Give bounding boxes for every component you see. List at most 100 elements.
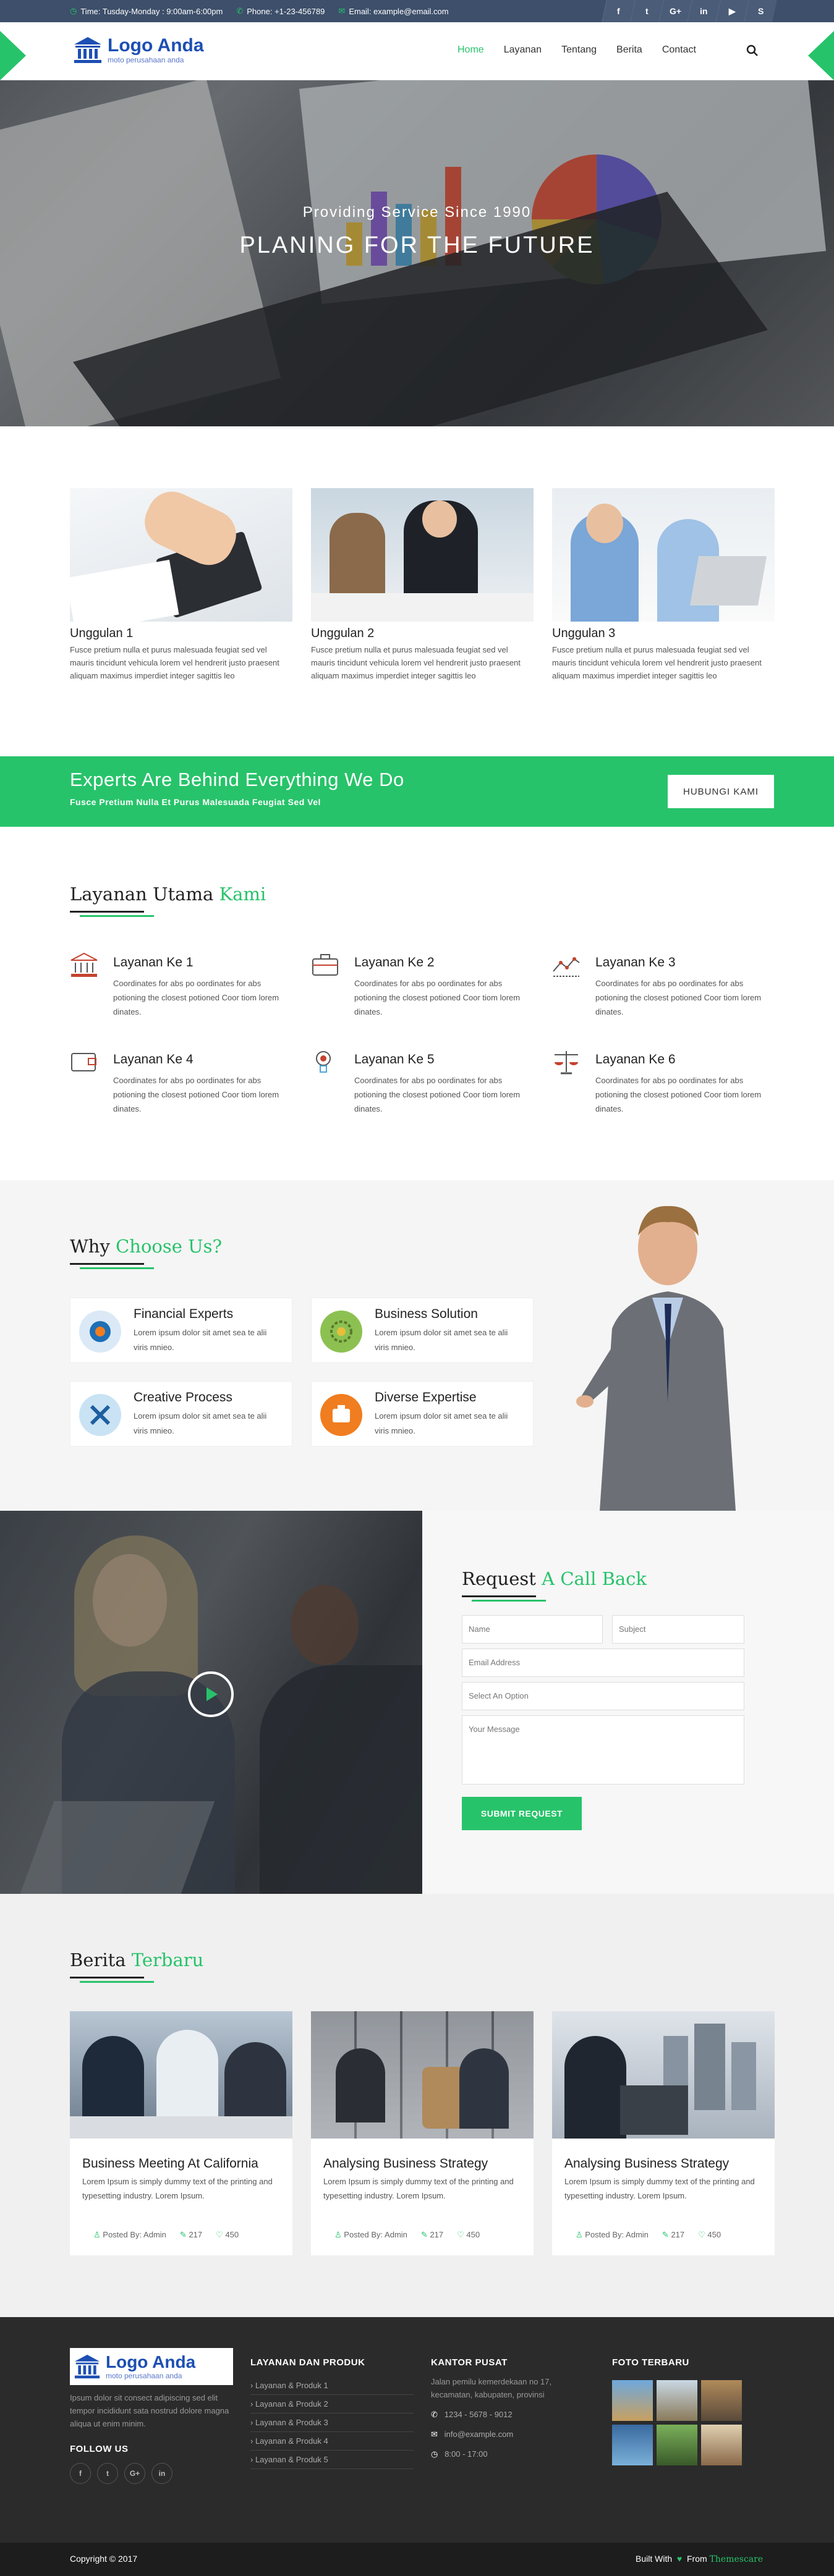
service-title: Layanan Ke 1 <box>113 955 194 969</box>
photo-thumb[interactable] <box>657 2380 697 2421</box>
google-plus-icon[interactable]: G+ <box>124 2463 145 2484</box>
name-input[interactable]: Name <box>462 1615 603 1644</box>
linkedin-icon[interactable]: in <box>687 0 720 22</box>
briefcase-icon <box>312 954 338 976</box>
why-text: Lorem ipsum dolor sit amet sea te alii v… <box>134 1411 267 1435</box>
facebook-icon[interactable]: f <box>602 0 635 22</box>
businessman-image <box>576 1206 736 1511</box>
facebook-icon[interactable]: f <box>70 2463 91 2484</box>
diverse-expertise-icon <box>320 1394 362 1436</box>
photo-thumb[interactable] <box>701 2380 742 2421</box>
subject-input[interactable]: Subject <box>612 1615 744 1644</box>
contact-us-button[interactable]: HUBUNGI KAMI <box>668 775 774 808</box>
comment-icon: ✎ <box>420 2230 428 2239</box>
news-heading: Berita Terbaru <box>70 1949 203 1983</box>
nav-tentang[interactable]: Tentang <box>561 44 597 56</box>
twitter-icon[interactable]: t <box>97 2463 118 2484</box>
photo-thumb[interactable] <box>612 2425 653 2465</box>
feature-title: Unggulan 1 <box>70 627 134 640</box>
heart-icon: ♡ <box>698 2230 705 2239</box>
feature-image-laptop-team <box>552 488 775 622</box>
bank-logo-icon <box>74 2354 100 2379</box>
skype-icon[interactable]: S <box>744 0 777 22</box>
why-title: Business Solution <box>375 1307 478 1321</box>
brand-link[interactable]: Themescare <box>710 2554 764 2564</box>
youtube-icon[interactable]: ▶ <box>715 0 749 22</box>
hero-title: PLANING FOR THE FUTURE <box>239 232 595 258</box>
email-input[interactable]: Email Address <box>462 1649 744 1677</box>
nav-berita[interactable]: Berita <box>616 44 642 56</box>
footer-link[interactable]: › Layanan & Produk 3 <box>250 2413 414 2432</box>
photo-thumb[interactable] <box>701 2425 742 2465</box>
scale-icon <box>555 1051 578 1075</box>
news-card[interactable]: Business Meeting At California Lorem Ips… <box>70 2011 292 2255</box>
logo[interactable]: Logo Anda moto perusahaan anda <box>73 36 204 64</box>
feature-card: Unggulan 3 Fusce pretium nulla et purus … <box>552 488 775 682</box>
footer-logo[interactable]: Logo Anda moto perusahaan anda <box>70 2348 233 2385</box>
office-hours: 8:00 - 17:00 <box>445 2449 488 2459</box>
office-heading: KANTOR PUSAT <box>431 2357 508 2368</box>
office-email[interactable]: info@example.com <box>445 2430 513 2439</box>
footer-link[interactable]: › Layanan & Produk 5 <box>250 2451 414 2469</box>
footer-office: KANTOR PUSAT Jalan pemilu kemerdekaan no… <box>431 2357 579 2464</box>
linkedin-icon[interactable]: in <box>151 2463 172 2484</box>
google-plus-icon[interactable]: G+ <box>658 0 692 22</box>
creative-process-icon <box>79 1394 121 1436</box>
news-title[interactable]: Analysing Business Strategy <box>564 2156 729 2171</box>
footer-link[interactable]: › Layanan & Produk 2 <box>250 2395 414 2413</box>
footer: Logo Anda moto perusahaan anda Ipsum dol… <box>0 2317 834 2543</box>
news-card[interactable]: Analysing Business Strategy Lorem Ipsum … <box>311 2011 534 2255</box>
hero-subtitle: Providing Service Since 1990 <box>302 204 532 221</box>
heart-icon: ♥ <box>674 2554 685 2564</box>
why-card: Financial Experts Lorem ipsum dolor sit … <box>70 1298 292 1363</box>
news-title[interactable]: Business Meeting At California <box>82 2156 258 2171</box>
nav-layanan[interactable]: Layanan <box>504 44 542 56</box>
news-meta: ♙ Posted By: Admin ✎ 217 ♡ 450 <box>576 2230 721 2239</box>
footer-link[interactable]: › Layanan & Produk 1 <box>250 2376 414 2395</box>
why-card: Creative Process Lorem ipsum dolor sit a… <box>70 1381 292 1446</box>
why-text: Lorem ipsum dolor sit amet sea te alii v… <box>375 1328 508 1352</box>
meeting-image <box>0 1511 422 1894</box>
news-meta: ♙ Posted By: Admin ✎ 217 ♡ 450 <box>93 2230 239 2239</box>
option-select[interactable]: Select An Option <box>462 1682 744 1710</box>
service-title: Layanan Ke 5 <box>354 1052 435 1066</box>
bank-icon <box>70 952 98 977</box>
cta-title: Experts Are Behind Everything We Do <box>70 769 404 790</box>
message-textarea[interactable]: Your Message <box>462 1715 744 1784</box>
business-solution-icon <box>320 1311 362 1353</box>
why-text: Lorem ipsum dolor sit amet sea te alii v… <box>375 1411 508 1435</box>
nav-home[interactable]: Home <box>457 44 484 56</box>
news-text: Lorem Ipsum is simply dummy text of the … <box>564 2177 755 2200</box>
callback-heading: Request A Call Back <box>462 1568 647 1602</box>
footer-about-text: Ipsum dolor sit consect adipiscing sed e… <box>70 2393 229 2428</box>
footer-link[interactable]: › Layanan & Produk 4 <box>250 2432 414 2451</box>
photo-thumb[interactable] <box>612 2380 653 2421</box>
news-text: Lorem Ipsum is simply dummy text of the … <box>323 2177 514 2200</box>
comment-icon: ✎ <box>662 2230 669 2239</box>
nav-contact[interactable]: Contact <box>662 44 696 56</box>
photo-thumb[interactable] <box>657 2425 697 2465</box>
feature-text: Fusce pretium nulla et purus malesuada f… <box>311 645 521 680</box>
why-title: Diverse Expertise <box>375 1390 477 1404</box>
news-title[interactable]: Analysing Business Strategy <box>323 2156 488 2171</box>
news-image <box>311 2011 534 2139</box>
phone-icon: ✆ <box>431 2410 438 2419</box>
submit-request-button[interactable]: SUBMIT REQUEST <box>462 1797 582 1830</box>
search-icon[interactable] <box>746 44 759 61</box>
feature-title: Unggulan 3 <box>552 627 616 640</box>
why-text: Lorem ipsum dolor sit amet sea te alii v… <box>134 1328 267 1352</box>
photos-heading: FOTO TERBARU <box>612 2357 689 2368</box>
lightbulb-icon <box>316 1051 331 1073</box>
main-nav: Home Layanan Tentang Berita Contact <box>457 44 696 56</box>
follow-us-heading: FOLLOW US <box>70 2444 129 2454</box>
play-video-button[interactable] <box>188 1671 234 1717</box>
news-meta: ♙ Posted By: Admin ✎ 217 ♡ 450 <box>334 2230 480 2239</box>
feature-image-meeting <box>311 488 534 622</box>
cta-banner: Experts Are Behind Everything We Do Fusc… <box>0 756 834 827</box>
feature-image-calculator <box>70 488 292 622</box>
twitter-icon[interactable]: t <box>630 0 663 22</box>
news-card[interactable]: Analysing Business Strategy Lorem Ipsum … <box>552 2011 775 2255</box>
why-title: Creative Process <box>134 1390 232 1404</box>
why-card: Diverse Expertise Lorem ipsum dolor sit … <box>311 1381 534 1446</box>
chart-line-icon <box>553 957 580 977</box>
